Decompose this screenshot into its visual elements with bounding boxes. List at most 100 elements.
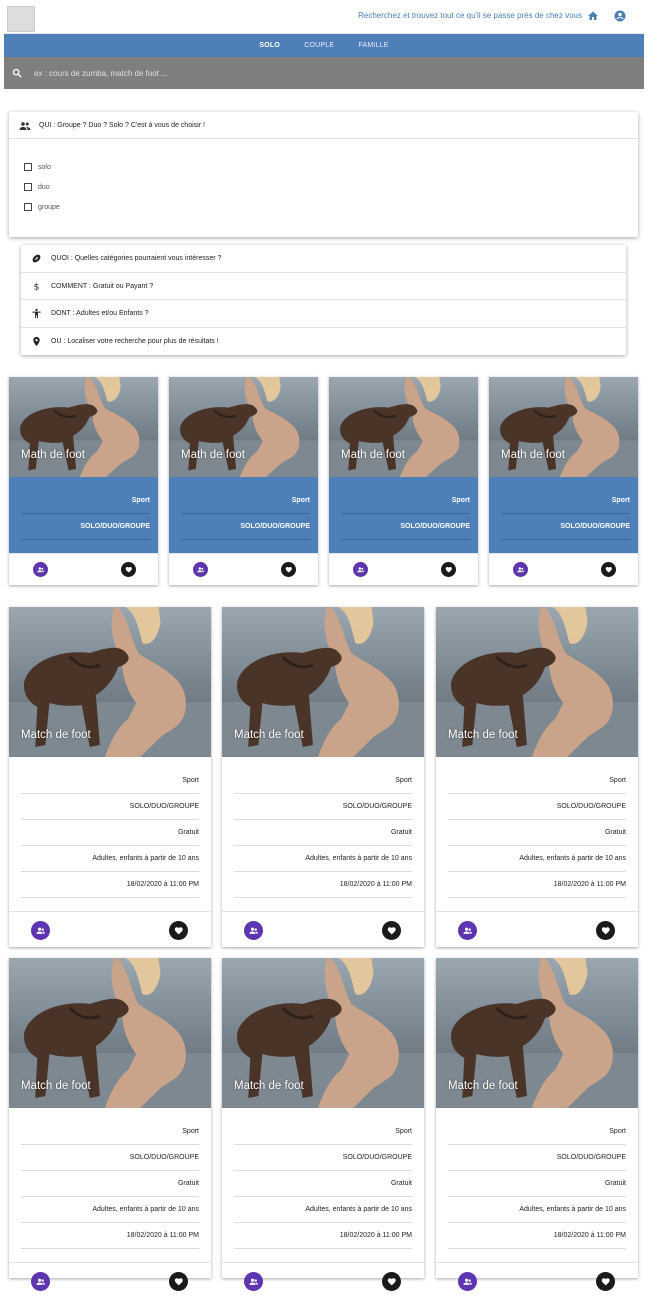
group-button[interactable] bbox=[458, 1272, 477, 1291]
event-type: SOLO/DUO/GROUPE bbox=[342, 1154, 412, 1161]
group-icon bbox=[197, 567, 204, 572]
divider bbox=[21, 819, 199, 820]
favorite-button[interactable] bbox=[596, 921, 615, 940]
group-button[interactable] bbox=[31, 921, 50, 940]
search-input[interactable]: ex : cours de zumba, match de foot ... bbox=[34, 69, 168, 78]
accordion-label: OU : Localiser votre recherche pour plus… bbox=[51, 337, 219, 345]
favorite-button[interactable] bbox=[169, 921, 188, 940]
option-solo[interactable]: solo bbox=[24, 163, 51, 171]
accordion-item-ou[interactable]: OU : Localiser votre recherche pour plus… bbox=[21, 328, 626, 356]
option-groupe[interactable]: groupe bbox=[24, 203, 60, 211]
favorite-button[interactable] bbox=[382, 921, 401, 940]
qui-filter-panel: QUI : Groupe ? Duo ? Solo ? C'est à vous… bbox=[9, 112, 638, 237]
group-button[interactable] bbox=[353, 562, 368, 577]
checkbox[interactable] bbox=[24, 203, 32, 211]
tab-solo[interactable]: SOLO bbox=[259, 34, 280, 57]
accordion-item-quoi[interactable]: QUOI : Quelles catégories pourraient vou… bbox=[21, 245, 626, 273]
divider bbox=[234, 1144, 412, 1145]
favorite-button[interactable] bbox=[169, 1272, 188, 1291]
event-date: 18/02/2020 à 11:00 PM bbox=[339, 1232, 412, 1239]
divider bbox=[21, 897, 199, 898]
event-title: Match de foot bbox=[448, 1080, 518, 1092]
favorite-button[interactable] bbox=[601, 562, 616, 577]
divider bbox=[21, 871, 199, 872]
qui-panel-header[interactable]: QUI : Groupe ? Duo ? Solo ? C'est à vous… bbox=[9, 112, 638, 139]
event-card[interactable]: Math de foot Sport SOLO/DUO/GROUPE bbox=[489, 377, 638, 585]
heart-icon bbox=[285, 566, 292, 573]
divider bbox=[234, 1248, 412, 1249]
divider bbox=[234, 1170, 412, 1171]
event-card[interactable]: Math de foot Sport SOLO/DUO/GROUPE bbox=[329, 377, 478, 585]
event-type: SOLO/DUO/GROUPE bbox=[80, 523, 150, 530]
logo[interactable] bbox=[7, 6, 35, 32]
divider bbox=[448, 1222, 626, 1223]
svg-text:$: $ bbox=[34, 281, 40, 291]
event-category: Sport bbox=[609, 777, 626, 784]
group-button[interactable] bbox=[33, 562, 48, 577]
group-icon bbox=[249, 927, 258, 934]
event-card[interactable]: Match de foot Sport SOLO/DUO/GROUPE Gratuit… bbox=[222, 607, 424, 947]
divider bbox=[501, 539, 630, 540]
event-category: Sport bbox=[611, 497, 630, 504]
event-audience: Adultes, enfants à partir de 10 ans bbox=[519, 855, 626, 862]
event-type: SOLO/DUO/GROUPE bbox=[556, 1154, 626, 1161]
event-card[interactable]: Math de foot Sport SOLO/DUO/GROUPE bbox=[9, 377, 158, 585]
divider bbox=[21, 845, 199, 846]
accordion-item-dont[interactable]: DONT : Adultes et/ou Enfants ? bbox=[21, 300, 626, 328]
divider bbox=[234, 793, 412, 794]
event-date: 18/02/2020 à 11:00 PM bbox=[126, 1232, 199, 1239]
divider bbox=[21, 1248, 199, 1249]
event-category: Sport bbox=[182, 1128, 199, 1135]
group-button[interactable] bbox=[458, 921, 477, 940]
favorite-button[interactable] bbox=[281, 562, 296, 577]
account-icon[interactable] bbox=[614, 10, 626, 22]
group-button[interactable] bbox=[513, 562, 528, 577]
favorite-button[interactable] bbox=[121, 562, 136, 577]
home-icon[interactable] bbox=[587, 10, 599, 22]
divider bbox=[448, 793, 626, 794]
group-button[interactable] bbox=[244, 921, 263, 940]
event-card[interactable]: Match de foot Sport SOLO/DUO/GROUPE Gratuit… bbox=[9, 958, 211, 1291]
option-duo[interactable]: duo bbox=[24, 183, 50, 191]
event-card[interactable]: Match de foot Sport SOLO/DUO/GROUPE Gratuit… bbox=[436, 607, 638, 947]
tab-famille[interactable]: FAMILLE bbox=[358, 34, 388, 57]
divider bbox=[448, 1248, 626, 1249]
search-bar[interactable]: ex : cours de zumba, match de foot ... bbox=[4, 57, 644, 89]
card-actions bbox=[436, 911, 638, 947]
favorite-button[interactable] bbox=[596, 1272, 615, 1291]
checkbox[interactable] bbox=[24, 163, 32, 171]
event-card[interactable]: Match de foot Sport SOLO/DUO/GROUPE Gratuit… bbox=[436, 958, 638, 1291]
divider bbox=[341, 539, 470, 540]
event-price: Gratuit bbox=[177, 829, 199, 836]
group-icon bbox=[36, 927, 45, 934]
card-actions bbox=[9, 553, 158, 585]
group-button[interactable] bbox=[244, 1272, 263, 1291]
dollar-icon: $ bbox=[34, 281, 40, 291]
event-card[interactable]: Math de foot Sport SOLO/DUO/GROUPE bbox=[169, 377, 318, 585]
heart-icon bbox=[174, 926, 183, 935]
event-details: Sport SOLO/DUO/GROUPE bbox=[489, 477, 638, 553]
accordion-label: QUOI : Quelles catégories pourraient vou… bbox=[51, 255, 222, 262]
event-card[interactable]: Match de foot Sport SOLO/DUO/GROUPE Gratuit… bbox=[222, 958, 424, 1291]
group-button[interactable] bbox=[31, 1272, 50, 1291]
heart-icon bbox=[387, 926, 396, 935]
group-icon bbox=[249, 1278, 258, 1285]
tab-couple[interactable]: COUPLE bbox=[304, 34, 334, 57]
checkbox[interactable] bbox=[24, 183, 32, 191]
accordion-item-comment[interactable]: $ COMMENT : Gratuit ou Payant ? bbox=[21, 273, 626, 300]
card-actions bbox=[436, 1262, 638, 1298]
event-price: Gratuit bbox=[604, 1180, 626, 1187]
accordion-label: DONT : Adultes et/ou Enfants ? bbox=[51, 310, 149, 317]
heart-icon bbox=[174, 1277, 183, 1286]
group-icon bbox=[463, 927, 472, 934]
event-date: 18/02/2020 à 11:00 PM bbox=[553, 1232, 626, 1239]
event-title: Match de foot bbox=[234, 729, 304, 741]
option-label: duo bbox=[38, 183, 50, 191]
divider bbox=[448, 1170, 626, 1171]
favorite-button[interactable] bbox=[382, 1272, 401, 1291]
qui-panel-title: QUI : Groupe ? Duo ? Solo ? C'est à vous… bbox=[39, 122, 205, 129]
favorite-button[interactable] bbox=[441, 562, 456, 577]
event-card[interactable]: Match de foot Sport SOLO/DUO/GROUPE Gratuit… bbox=[9, 607, 211, 947]
event-audience: Adultes, enfants à partir de 10 ans bbox=[305, 1206, 412, 1213]
group-button[interactable] bbox=[193, 562, 208, 577]
